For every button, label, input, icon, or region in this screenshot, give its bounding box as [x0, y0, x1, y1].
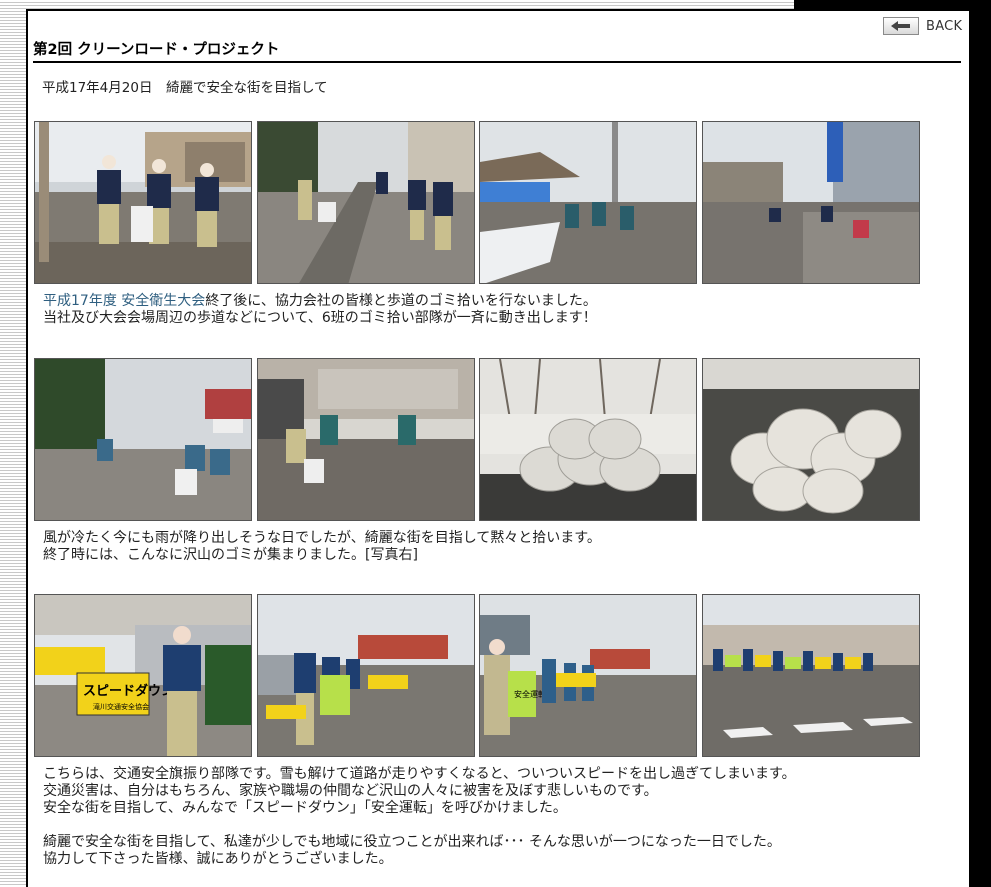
- banner-association: 滝川交通安全協会: [93, 702, 149, 711]
- title-divider: [33, 61, 961, 63]
- section-2-caption: 風が冷たく今にも雨が降り出しそうな日でしたが、綺麗な街を目指して黙々と拾います。…: [43, 530, 601, 563]
- back-label: BACK: [926, 18, 963, 34]
- section-3-caption: こちらは、交通安全旗振り部隊です。雪も解けて道路が走りやすくなると、ついついスピ…: [43, 766, 796, 867]
- photo-cleanup-sidewalk[interactable]: [257, 121, 475, 284]
- photo-cleanup-road-snow[interactable]: [479, 121, 697, 284]
- photo-garbage-bags-pile[interactable]: [479, 358, 697, 521]
- right-dark-bar: [969, 0, 991, 887]
- photo-cleanup-building-sidewalk[interactable]: [702, 121, 920, 284]
- photo-traffic-safety-green-flag[interactable]: 安全運転: [479, 594, 697, 757]
- photo-cleanup-parking-lot[interactable]: [257, 358, 475, 521]
- section-1-caption: 平成17年度 安全衛生大会終了後に、協力会社の皆様と歩道のゴミ拾いを行ないました…: [43, 293, 597, 326]
- top-dark-bar: [794, 0, 991, 9]
- page-title: 第2回 クリーンロード・プロジェクト: [33, 42, 280, 58]
- back-arrow-icon: [883, 17, 919, 35]
- photo-cleanup-tree-sidewalk[interactable]: [34, 358, 252, 521]
- back-button[interactable]: BACK: [883, 14, 962, 38]
- date-line: 平成17年4月20日 綺麗で安全な街を目指して: [42, 80, 328, 96]
- left-stripe-border: [0, 0, 26, 887]
- photo-garbage-bags-closeup[interactable]: [702, 358, 920, 521]
- safety-convention-link[interactable]: 平成17年度 安全衛生大会: [43, 293, 205, 309]
- photo-traffic-safety-line[interactable]: [257, 594, 475, 757]
- top-stripe-border: [26, 0, 794, 9]
- banner-safe-driving: 安全運転: [514, 689, 546, 699]
- photo-cleanup-group-walking[interactable]: [34, 121, 252, 284]
- banner-speed-down: スピードダウン: [83, 683, 174, 699]
- photo-traffic-safety-road[interactable]: [702, 594, 920, 757]
- photo-traffic-safety-banner[interactable]: スピードダウン 滝川交通安全協会: [34, 594, 252, 757]
